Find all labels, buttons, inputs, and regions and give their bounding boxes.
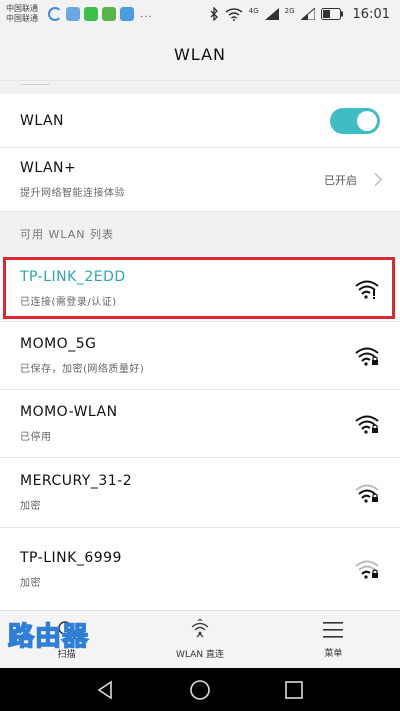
signal-2-icon [300, 8, 315, 20]
available-networks-header: 可用 WLAN 列表 [0, 212, 400, 256]
network-text: TP-LINK_2EDD 已连接(需登录/认证) [20, 269, 126, 308]
network-name: MERCURY_31-2 [20, 473, 133, 489]
network-status: 已保存，加密(网络质量好) [20, 364, 145, 375]
menu-icon [323, 622, 344, 638]
bluetooth-icon [210, 7, 218, 21]
chevron-right-icon [369, 173, 382, 186]
carrier-info: 中国联通 中国联通 [6, 4, 44, 24]
more-notifications: ... [140, 8, 153, 20]
image-icon [66, 7, 80, 21]
battery-icon [320, 8, 343, 20]
wlan-direct-tab[interactable]: WLAN 直连 [133, 611, 266, 668]
carrier-2: 中国联通 [6, 14, 38, 23]
menu-label: 菜单 [324, 649, 343, 659]
wifi-locked-weak-icon [355, 560, 379, 579]
wlan-toggle-row[interactable]: WLAN [0, 94, 400, 148]
network-name: MOMO-WLAN [20, 404, 118, 420]
network-row-mercury-31-2[interactable]: MERCURY_31-2 加密 [0, 458, 400, 528]
home-icon[interactable] [189, 679, 211, 701]
network-status: 已连接(需登录/认证) [20, 297, 117, 308]
wifi-signal-alert-icon [355, 280, 379, 299]
wlan-plus-status: 已开启 [324, 173, 357, 187]
back-icon[interactable] [96, 680, 116, 700]
network-type-2: 2G [284, 6, 295, 15]
wifi-locked-icon [355, 347, 379, 366]
network-status: 已停用 [20, 432, 52, 443]
scrolled-content-edge [0, 80, 400, 94]
clock: 16:01 [352, 6, 390, 22]
network-row-momo-wlan[interactable]: MOMO-WLAN 已停用 [0, 390, 400, 458]
watermark-logo: 路由器 [7, 621, 90, 653]
wifi-locked-weak-icon [355, 484, 379, 503]
wlan-toggle-switch[interactable] [330, 107, 380, 134]
signal-1-icon [264, 8, 279, 20]
page-title: WLAN [173, 44, 226, 64]
carrier-1: 中国联通 [6, 4, 38, 13]
wlan-plus-text: WLAN+ 提升网络智能连接体验 [20, 160, 125, 199]
network-type-1: 4G [248, 6, 259, 15]
wlan-direct-label: WLAN 直连 [176, 650, 224, 660]
toggle-knob [357, 110, 377, 131]
wechat-icon [84, 7, 98, 21]
system-navigation-bar [0, 668, 400, 711]
wlan-plus-row[interactable]: WLAN+ 提升网络智能连接体验 已开启 [0, 148, 400, 212]
recent-apps-icon[interactable] [284, 680, 304, 700]
network-row-tp-link-6999[interactable]: TP-LINK_6999 加密 [0, 528, 400, 610]
network-name: TP-LINK_6999 [20, 549, 122, 566]
network-status: 加密 [20, 577, 41, 589]
notification-icons: ... [48, 7, 153, 21]
chart-app-icon [102, 7, 116, 21]
wlan-plus-status-group: 已开启 [324, 172, 382, 188]
network-name: MOMO_5G [20, 336, 97, 352]
network-text: MERCURY_31-2 加密 [20, 473, 132, 512]
network-name: TP-LINK_2EDD [20, 269, 126, 285]
network-status: 加密 [20, 501, 41, 512]
wlan-direct-icon [191, 619, 209, 638]
wlan-plus-description: 提升网络智能连接体验 [20, 188, 125, 199]
app-icon [120, 7, 134, 21]
menu-tab[interactable]: 菜单 [267, 611, 400, 668]
status-icons: 4G 2G 16:01 [209, 7, 390, 22]
wifi-status-icon [225, 7, 243, 21]
wifi-locked-icon [355, 415, 379, 434]
sync-icon [48, 7, 62, 21]
status-bar: 中国联通 中国联通 ... 4G 2G 16:01 [0, 0, 400, 28]
wlan-plus-label: WLAN+ [20, 160, 77, 176]
title-bar: WLAN [0, 28, 400, 80]
network-text: TP-LINK_6999 加密 [20, 550, 122, 589]
wlan-label: WLAN [20, 112, 65, 129]
network-row-tp-link-2edd[interactable]: TP-LINK_2EDD 已连接(需登录/认证) [0, 256, 400, 322]
network-text: MOMO_5G 已保存，加密(网络质量好) [20, 336, 144, 375]
network-row-momo-5g[interactable]: MOMO_5G 已保存，加密(网络质量好) [0, 322, 400, 390]
network-text: MOMO-WLAN 已停用 [20, 404, 118, 443]
